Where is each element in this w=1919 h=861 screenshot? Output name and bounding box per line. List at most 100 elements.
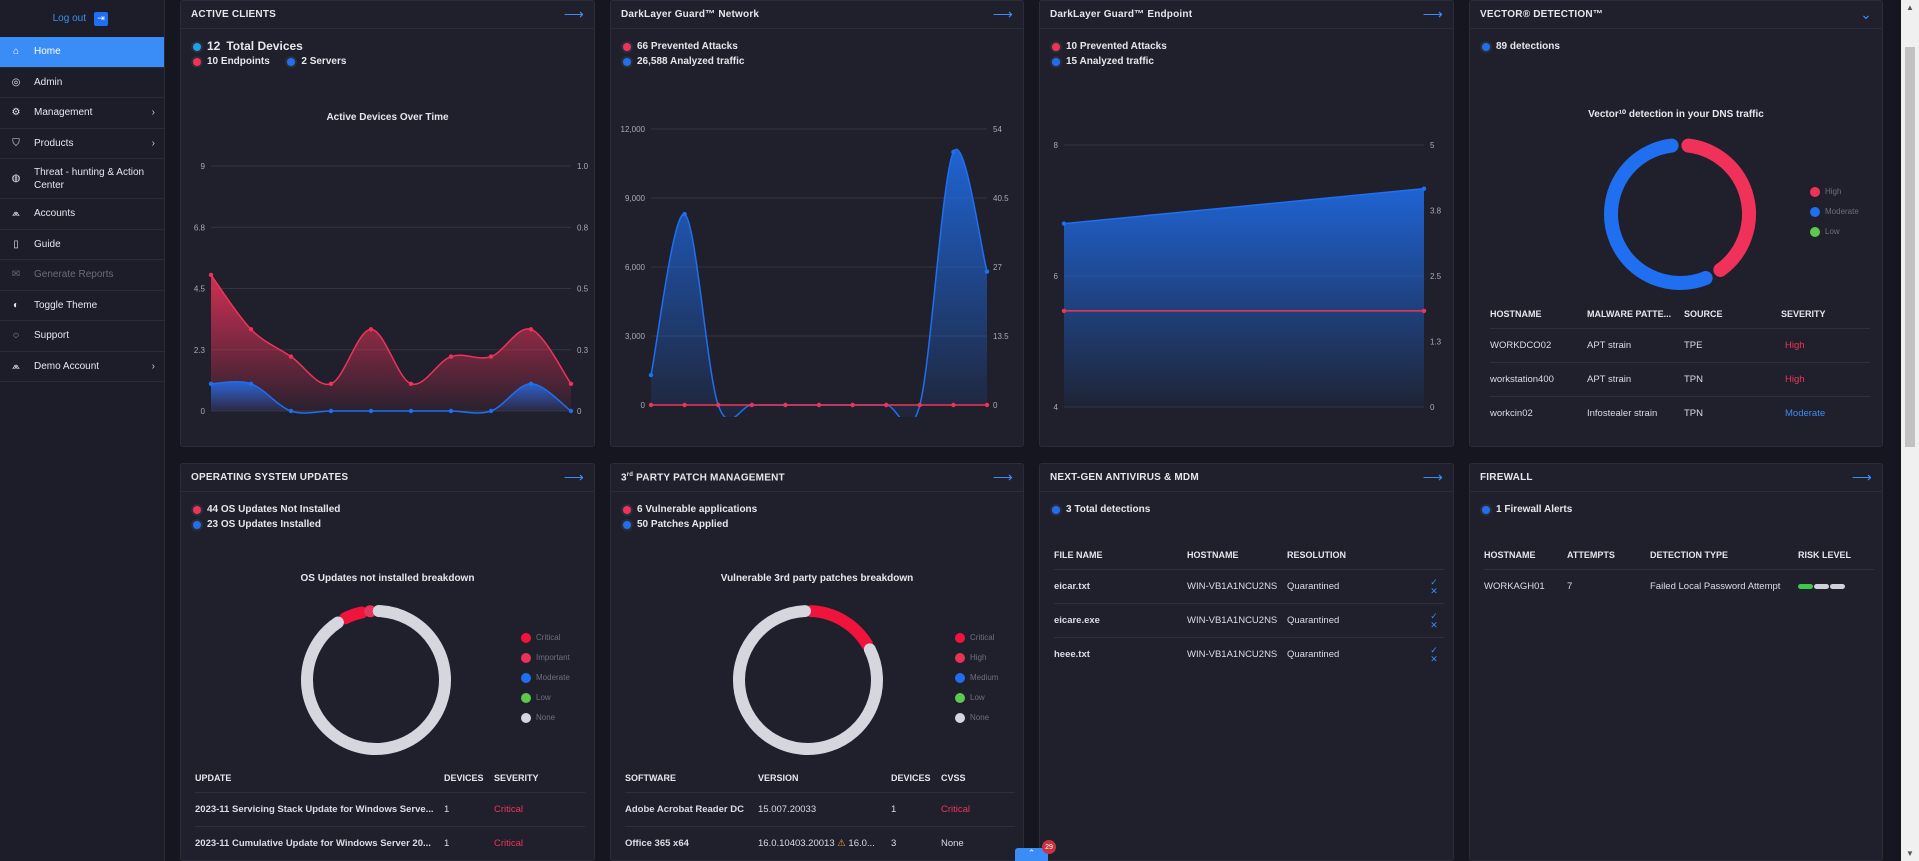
column-header[interactable]: HOSTNAME [1187, 550, 1287, 560]
table-row[interactable]: WORKDCO02 APT strain TPE High [1490, 328, 1870, 362]
check-x-icon[interactable]: ✓ ✕ [1427, 612, 1441, 630]
legend-item[interactable]: Low [521, 688, 570, 708]
legend-item[interactable]: Moderate [521, 668, 570, 688]
antivirus-header: NEXT-GEN ANTIVIRUS & MDM ⟶ [1040, 464, 1453, 492]
legend-item[interactable]: Low [1810, 222, 1859, 242]
arrow-right-icon[interactable]: ⟶ [564, 6, 584, 23]
arrow-right-icon[interactable]: ⟶ [564, 469, 584, 486]
detection-type-cell: Failed Local Password Attempt [1650, 581, 1781, 592]
table-row[interactable]: heee.txt WIN-VB1A1NCU2NS Quarantined ✓ ✕ [1054, 637, 1444, 671]
sidebar-item-generate-reports[interactable]: ✉ Generate Reports [0, 260, 164, 291]
sidebar-item-support[interactable]: ◌ Support [0, 321, 164, 352]
column-header[interactable]: RISK LEVEL [1798, 550, 1868, 560]
sidebar-item-management[interactable]: ⚙ Management › [0, 98, 164, 129]
column-header[interactable]: SOFTWARE [625, 773, 758, 783]
table-row[interactable]: 2023-11 Servicing Stack Update for Windo… [195, 792, 585, 826]
legend-item[interactable]: None [955, 708, 998, 728]
scroll-up-icon[interactable]: ▲ [1906, 3, 1914, 12]
sidebar-item-products[interactable]: ⛉ Products › [0, 129, 164, 159]
hostname-cell: WORKAGH01 [1484, 581, 1545, 592]
sidebar-item-admin[interactable]: ◎ Admin [0, 68, 164, 98]
y-tick-label: 0 [641, 401, 646, 410]
legend-item[interactable]: Moderate [1810, 202, 1859, 222]
column-header[interactable]: HOSTNAME [1484, 550, 1567, 560]
logout-link[interactable]: Log out [53, 13, 86, 24]
page-scrollbar[interactable]: ▲ ▼ [1901, 0, 1919, 861]
check-x-icon[interactable]: ✓ ✕ [1427, 646, 1441, 664]
scroll-thumb[interactable] [1905, 47, 1915, 447]
dot-icon [623, 42, 631, 51]
arrow-right-icon[interactable]: ⟶ [1423, 6, 1443, 23]
column-header[interactable]: RESOLUTION [1287, 550, 1427, 560]
severity-cell: High [1785, 374, 1805, 385]
sidebar-item-accounts[interactable]: ⩕ Accounts [0, 199, 164, 230]
table-row[interactable]: workcin02 Infostealer strain TPN Moderat… [1490, 396, 1870, 430]
y2-tick-label: 0 [993, 401, 998, 410]
legend-label: None [536, 713, 556, 722]
column-header[interactable]: DEVICES [444, 773, 494, 783]
legend-item[interactable]: Critical [521, 628, 570, 648]
sidebar-item-demo-account[interactable]: ⩕ Demo Account › [0, 352, 164, 382]
data-point [528, 381, 534, 386]
column-header[interactable]: DETECTION TYPE [1650, 550, 1798, 560]
legend-item[interactable]: Important [521, 648, 570, 668]
stat-text: 15 Analyzed traffic [1066, 56, 1154, 67]
column-header[interactable]: CVSS [941, 773, 1001, 783]
devices-cell: 1 [891, 804, 897, 815]
column-header[interactable]: UPDATE [195, 773, 444, 783]
check-x-icon[interactable]: ✓ ✕ [1427, 578, 1441, 596]
logout-icon[interactable]: ⇥ [94, 11, 108, 26]
legend-item[interactable]: Critical [955, 628, 998, 648]
resolution-cell: Quarantined [1287, 581, 1340, 592]
arrow-right-icon[interactable]: ⟶ [993, 6, 1013, 23]
sidebar-item-guide[interactable]: ▯ Guide [0, 230, 164, 260]
scroll-down-icon[interactable]: ▼ [1906, 849, 1914, 858]
sidebar-item-home[interactable]: ⌂ Home [0, 37, 164, 68]
arrow-right-icon[interactable]: ⟶ [993, 469, 1013, 486]
data-point [716, 402, 721, 408]
column-header[interactable]: SOURCE [1684, 309, 1781, 319]
network-panel: DarkLayer Guard™ Network ⟶ 66 Prevented … [610, 0, 1024, 447]
table-row[interactable]: workstation400 APT strain TPN High [1490, 362, 1870, 396]
patch-stats: 6 Vulnerable applications 50 Patches App… [611, 492, 1023, 532]
hostname-cell: WIN-VB1A1NCU2NS [1187, 649, 1278, 660]
dot-icon [193, 42, 201, 51]
endpoint-traffic: 15 Analyzed traffic [1052, 54, 1443, 69]
legend-item[interactable]: Medium [955, 668, 998, 688]
chevron-down-icon[interactable]: ⌄ [1860, 6, 1872, 23]
dot-icon [1052, 505, 1060, 514]
legend-item[interactable]: None [521, 708, 570, 728]
column-header[interactable]: MALWARE PATTE... [1587, 309, 1684, 319]
legend-item[interactable]: High [1810, 182, 1859, 202]
arrow-right-icon[interactable]: ⟶ [1852, 469, 1872, 486]
sidebar-item-label: Guide [34, 238, 61, 250]
data-point [1061, 221, 1067, 226]
notification-badge[interactable]: 29 [1042, 840, 1056, 854]
column-header[interactable]: FILE NAME [1054, 550, 1187, 560]
column-header[interactable]: HOSTNAME [1490, 309, 1587, 319]
table-row[interactable]: Office 365 x64 16.0.10403.20013 ⚠ 16.0..… [625, 826, 1015, 860]
legend-item[interactable]: Low [955, 688, 998, 708]
data-point [288, 408, 294, 414]
arrow-right-icon[interactable]: ⟶ [1423, 469, 1443, 486]
column-header[interactable]: ATTEMPTS [1567, 550, 1650, 560]
legend-item[interactable]: High [955, 648, 998, 668]
y2-tick-label: 0.3 [577, 346, 589, 355]
os-not-installed: 44 OS Updates Not Installed [193, 502, 584, 517]
column-header[interactable]: SEVERITY [1781, 309, 1861, 319]
logout-row[interactable]: Log out ⇥ [0, 0, 164, 37]
table-row[interactable]: 2023-11 Cumulative Update for Windows Se… [195, 826, 585, 860]
column-header[interactable]: DEVICES [891, 773, 941, 783]
donut-slice [339, 606, 368, 625]
table-row[interactable]: eicar.txt WIN-VB1A1NCU2NS Quarantined ✓ ✕ [1054, 569, 1444, 603]
y2-tick-label: 2.5 [1430, 272, 1442, 281]
column-header[interactable]: SEVERITY [494, 773, 574, 783]
table-row[interactable]: Adobe Acrobat Reader DC 15.007.20033 1 C… [625, 792, 1015, 826]
table-row[interactable]: WORKAGH01 7 Failed Local Password Attemp… [1484, 569, 1874, 603]
sidebar-item-toggle-theme[interactable]: ◐ Toggle Theme [0, 291, 164, 321]
sidebar-item-threat-hunting-action-center[interactable]: ◍ Threat - hunting & Action Center [0, 159, 164, 199]
table-row[interactable]: eicare.exe WIN-VB1A1NCU2NS Quarantined ✓… [1054, 603, 1444, 637]
y2-tick-label: 0 [577, 407, 582, 416]
column-header[interactable]: VERSION [758, 773, 891, 783]
dot-icon [193, 520, 201, 529]
